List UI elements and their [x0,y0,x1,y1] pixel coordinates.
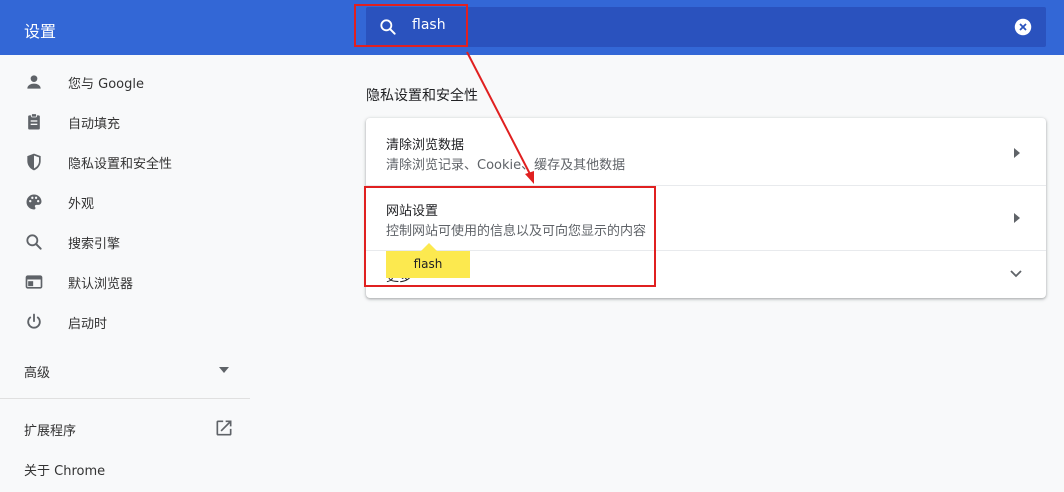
sidebar-item-on-startup[interactable]: 启动时 [0,302,250,342]
header-bar: 设置 flash [0,0,1064,55]
annotation-box-search [354,4,468,47]
page-title: 设置 [24,22,57,41]
shield-icon [27,153,41,171]
clear-browsing-data-row[interactable]: 清除浏览数据 清除浏览记录、Cookie、缓存及其他数据 [366,118,1046,185]
sidebar-item-label: 扩展程序 [24,424,77,439]
sidebar-item-label: 默认浏览器 [68,276,134,292]
search-icon [26,234,42,250]
sidebar-item-default-browser[interactable]: 默认浏览器 [0,262,250,302]
sidebar-item-privacy[interactable]: 隐私设置和安全性 [0,142,250,182]
sidebar-item-label: 您与 Google [68,76,144,92]
sidebar: 您与 Google 自动填充 隐私设置和安全性 外观 搜索引擎 默认浏览器 启动… [0,55,250,492]
chevron-right-icon [1014,213,1020,223]
sidebar-item-extensions[interactable]: 扩展程序 [0,408,250,448]
person-icon [27,75,41,89]
sidebar-item-label: 关于 Chrome [24,464,106,479]
open-in-new-icon [216,420,232,436]
chevron-right-icon [1014,148,1020,158]
search-box[interactable]: flash [366,7,1046,47]
sidebar-item-about-chrome[interactable]: 关于 Chrome [0,448,250,488]
section-title: 隐私设置和安全性 [366,88,478,104]
power-icon [27,313,41,329]
sidebar-item-label: 自动填充 [68,116,121,132]
sidebar-item-autofill[interactable]: 自动填充 [0,102,250,142]
sidebar-item-search-engine[interactable]: 搜索引擎 [0,222,250,262]
clipboard-icon [28,113,40,130]
browser-window-icon [25,275,43,289]
sidebar-advanced-label: 高级 [24,366,51,381]
sidebar-item-appearance[interactable]: 外观 [0,182,250,222]
annotation-box-site-settings [364,186,656,287]
sidebar-item-label: 外观 [68,196,95,212]
clear-search-icon[interactable] [1014,18,1032,36]
sidebar-item-label: 启动时 [68,316,108,332]
palette-icon [26,194,42,210]
sidebar-item-label: 隐私设置和安全性 [68,156,173,172]
row-subtitle: 清除浏览记录、Cookie、缓存及其他数据 [386,158,626,173]
caret-down-icon [219,367,229,373]
row-title: 清除浏览数据 [386,138,465,153]
sidebar-item-label: 搜索引擎 [68,236,121,252]
chevron-down-icon [1010,270,1022,278]
sidebar-item-you-and-google[interactable]: 您与 Google [0,62,250,102]
sidebar-advanced-toggle[interactable]: 高级 [0,350,250,390]
sidebar-divider [0,398,250,399]
